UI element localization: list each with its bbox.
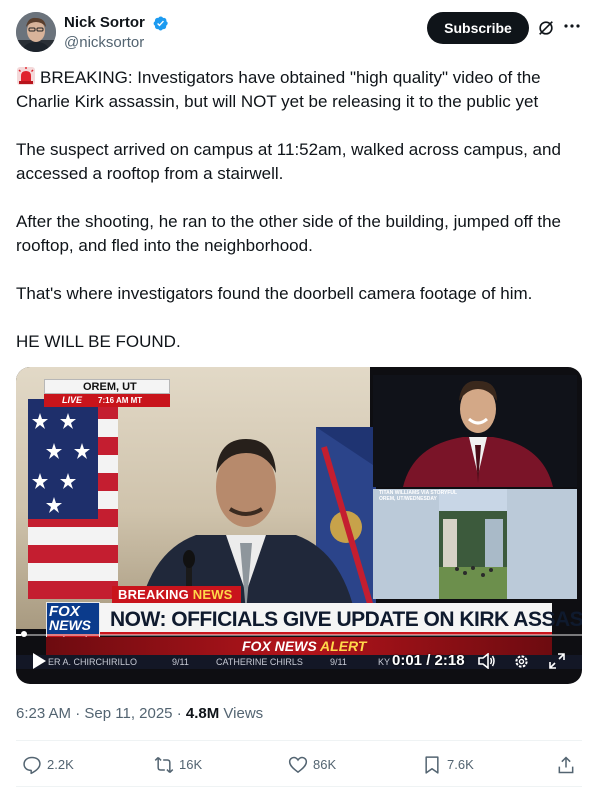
alert-prefix: FOX NEWS <box>242 638 317 654</box>
video-inset-portrait <box>373 375 577 487</box>
us-flag-graphic <box>28 399 118 599</box>
settings-gear-icon[interactable] <box>513 653 530 670</box>
alert-word: ALERT <box>320 638 367 654</box>
video-progress-fill <box>16 634 21 636</box>
heart-icon <box>288 756 308 774</box>
meta-separator: · <box>75 705 81 722</box>
tweet-paragraph-text: BREAKING: Investigators have obtained "h… <box>16 68 541 111</box>
like-count: 86K <box>313 757 337 772</box>
tweet-paragraph: The suspect arrived on campus at 11:52am… <box>16 140 561 183</box>
subscribe-button[interactable]: Subscribe <box>427 12 529 44</box>
tweet-paragraph: HE WILL BE FOUND. <box>16 332 181 351</box>
news-word: NEWS <box>192 587 233 602</box>
tweet-time[interactable]: 6:23 AM <box>16 705 71 722</box>
headline-bar: NOW: OFFICIALS GIVE UPDATE ON KIRK ASSAS… <box>100 603 582 635</box>
video-timecode: 0:01 / 2:18 <box>392 652 465 669</box>
fullscreen-icon[interactable] <box>549 653 565 669</box>
repost-count: 16K <box>179 757 203 772</box>
author-names: Nick Sortor @nicksortor <box>64 13 169 53</box>
more-options-icon[interactable] <box>562 16 582 36</box>
play-icon[interactable] <box>30 652 48 670</box>
location-name: OREM, UT <box>83 381 137 393</box>
video-player[interactable]: OREM, UT LIVE 7:16 AM MT TITAN WILLIAMS … <box>16 367 582 684</box>
meta-separator: · <box>176 705 182 722</box>
avatar-image <box>16 12 56 52</box>
inset-portrait-image <box>373 375 577 487</box>
reply-button[interactable]: 2.2K <box>22 752 74 778</box>
reply-icon <box>23 756 41 775</box>
tweet-header: Nick Sortor @nicksortor Subscribe <box>16 11 582 55</box>
network-line2: NEWS <box>49 617 91 633</box>
live-label: LIVE <box>62 395 83 405</box>
handle[interactable]: @nicksortor <box>64 33 169 53</box>
share-button[interactable] <box>556 752 581 778</box>
divider <box>16 740 582 741</box>
breaking-news-tag: BREAKING NEWS <box>112 586 241 603</box>
siren-icon <box>17 67 35 85</box>
live-time: 7:16 AM MT <box>98 396 143 405</box>
views-count: 4.8M <box>185 705 220 722</box>
tweet-date[interactable]: Sep 11, 2025 <box>84 705 172 722</box>
display-name[interactable]: Nick Sortor <box>64 13 145 33</box>
alert-bar: FOX NEWS ALERT <box>46 637 552 655</box>
ticker-date-1: 9/11 <box>172 657 189 667</box>
like-button[interactable]: 86K <box>288 752 336 778</box>
divider <box>16 786 582 787</box>
repost-button[interactable]: 16K <box>154 752 202 778</box>
ticker-date-2: 9/11 <box>330 657 347 667</box>
alert-text: FOX NEWS ALERT <box>242 638 366 654</box>
bookmark-count: 7.6K <box>447 757 474 772</box>
location-banner: OREM, UT LIVE 7:16 AM MT <box>44 379 170 407</box>
tweet-paragraph: After the shooting, he ran to the other … <box>16 212 561 255</box>
repost-icon <box>154 756 174 774</box>
ticker-middle: CATHERINE CHIRLS <box>216 657 303 667</box>
video-progress-bar[interactable] <box>16 634 582 636</box>
action-bar: 2.2K 16K 86K 7.6K <box>16 752 582 778</box>
bookmark-button[interactable]: 7.6K <box>422 752 474 778</box>
video-headline: NOW: OFFICIALS GIVE UPDATE ON KIRK ASSAS… <box>110 608 582 631</box>
ticker-bar: ER A. CHIRCHIRILLO 9/11 CATHERINE CHIRLS… <box>16 655 582 669</box>
breaking-word: BREAKING <box>118 587 189 602</box>
tweet-text: BREAKING: Investigators have obtained "h… <box>16 66 582 354</box>
bookmark-icon <box>425 756 439 774</box>
video-inset-footage: TITAN WILLIAMS VIA STORYFUL OREM, UT/WED… <box>373 489 577 599</box>
avatar[interactable] <box>16 12 56 52</box>
tweet-meta: 6:23 AM · Sep 11, 2025 · 4.8M Views <box>16 704 263 724</box>
ticker-left: ER A. CHIRCHIRILLO <box>48 657 138 667</box>
reply-count: 2.2K <box>47 757 74 772</box>
inset-footage-image <box>373 489 577 599</box>
share-icon <box>558 756 574 774</box>
verified-badge-icon <box>153 16 169 30</box>
volume-icon[interactable] <box>478 653 496 669</box>
tweet-paragraph: That's where investigators found the doo… <box>16 284 533 303</box>
ticker-right: KY <box>378 657 391 667</box>
tweet-paragraph: BREAKING: Investigators have obtained "h… <box>16 66 582 114</box>
inset-credit: TITAN WILLIAMS VIA STORYFUL OREM, UT/WED… <box>379 490 458 502</box>
views-label: Views <box>223 705 264 722</box>
grok-icon[interactable] <box>537 19 555 37</box>
video-scrubber-handle[interactable] <box>21 631 27 637</box>
